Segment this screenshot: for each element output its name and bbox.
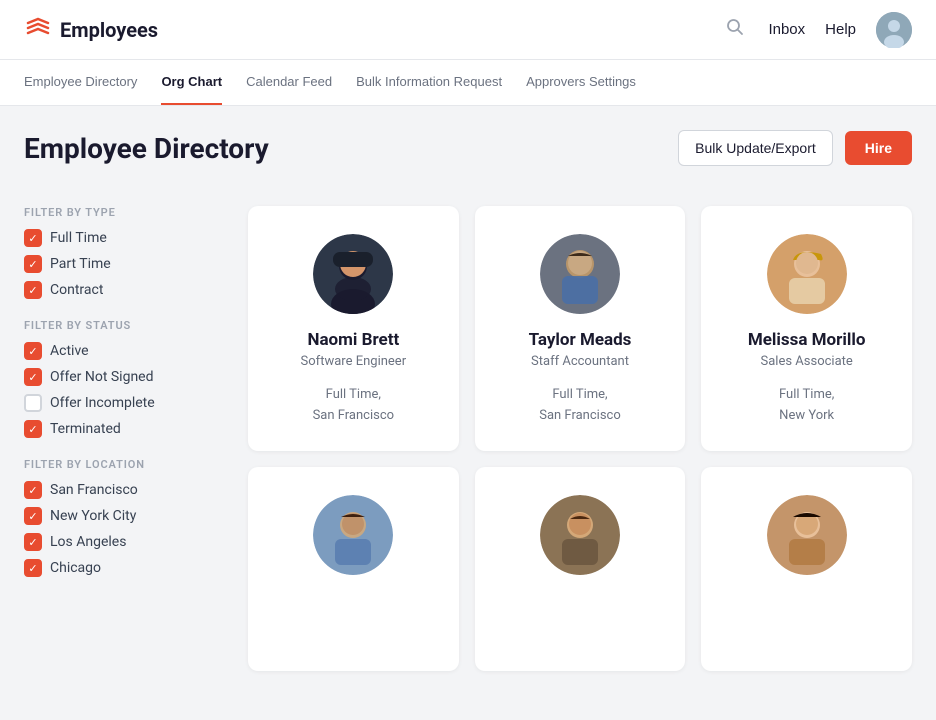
filter-chicago-label: Chicago bbox=[50, 560, 101, 576]
filter-active-label: Active bbox=[50, 343, 89, 359]
avatar-employee-4 bbox=[313, 495, 393, 575]
checkbox-active[interactable]: ✓ bbox=[24, 342, 42, 360]
tab-bulk-information-request[interactable]: Bulk Information Request bbox=[356, 60, 502, 105]
employee-name-taylor-meads: Taylor Meads bbox=[529, 330, 632, 350]
filter-offer-incomplete-label: Offer Incomplete bbox=[50, 395, 155, 411]
filter-los-angeles[interactable]: ✓ Los Angeles bbox=[24, 533, 224, 551]
checkbox-san-francisco[interactable]: ✓ bbox=[24, 481, 42, 499]
bulk-update-export-button[interactable]: Bulk Update/Export bbox=[678, 130, 833, 166]
user-avatar[interactable] bbox=[876, 12, 912, 48]
employee-details-melissa-morillo: Full Time, New York bbox=[779, 385, 834, 427]
tab-calendar-feed[interactable]: Calendar Feed bbox=[246, 60, 332, 105]
inbox-button[interactable]: Inbox bbox=[768, 21, 805, 38]
avatar-image bbox=[876, 12, 912, 48]
checkbox-part-time[interactable]: ✓ bbox=[24, 255, 42, 273]
filter-location-title: FILTER BY LOCATION bbox=[24, 458, 224, 471]
filter-location-section: FILTER BY LOCATION ✓ San Francisco ✓ New… bbox=[24, 458, 224, 577]
employee-card-6[interactable] bbox=[701, 467, 912, 671]
filter-status-section: FILTER BY STATUS ✓ Active ✓ Offer Not Si… bbox=[24, 319, 224, 438]
checkbox-los-angeles[interactable]: ✓ bbox=[24, 533, 42, 551]
employee-role-naomi-brett: Software Engineer bbox=[301, 354, 407, 369]
tab-employee-directory[interactable]: Employee Directory bbox=[24, 60, 137, 105]
filter-part-time-label: Part Time bbox=[50, 256, 111, 272]
avatar-taylor-meads bbox=[540, 234, 620, 314]
avatar-melissa-morillo bbox=[767, 234, 847, 314]
employee-card-melissa-morillo[interactable]: Melissa Morillo Sales Associate Full Tim… bbox=[701, 206, 912, 451]
filter-offer-not-signed-label: Offer Not Signed bbox=[50, 369, 154, 385]
employee-card-naomi-brett[interactable]: Naomi Brett Software Engineer Full Time,… bbox=[248, 206, 459, 451]
filter-full-time[interactable]: ✓ Full Time bbox=[24, 229, 224, 247]
page-header-actions: Bulk Update/Export Hire bbox=[678, 130, 912, 166]
employee-name-melissa-morillo: Melissa Morillo bbox=[748, 330, 866, 350]
filter-chicago[interactable]: ✓ Chicago bbox=[24, 559, 224, 577]
employee-card-5[interactable] bbox=[475, 467, 686, 671]
filter-type-title: FILTER BY TYPE bbox=[24, 206, 224, 219]
employee-role-taylor-meads: Staff Accountant bbox=[531, 354, 629, 369]
page-title: Employee Directory bbox=[24, 132, 269, 165]
employee-role-melissa-morillo: Sales Associate bbox=[761, 354, 853, 369]
tab-org-chart[interactable]: Org Chart bbox=[161, 60, 222, 105]
filter-new-york-city-label: New York City bbox=[50, 508, 136, 524]
sidebar: FILTER BY TYPE ✓ Full Time ✓ Part Time ✓… bbox=[24, 206, 224, 696]
help-button[interactable]: Help bbox=[825, 21, 856, 38]
filter-terminated[interactable]: ✓ Terminated bbox=[24, 420, 224, 438]
filter-offer-not-signed[interactable]: ✓ Offer Not Signed bbox=[24, 368, 224, 386]
filter-contract[interactable]: ✓ Contract bbox=[24, 281, 224, 299]
hire-button[interactable]: Hire bbox=[845, 131, 912, 165]
filter-san-francisco[interactable]: ✓ San Francisco bbox=[24, 481, 224, 499]
nav-tabs: Employee Directory Org Chart Calendar Fe… bbox=[0, 60, 936, 106]
filter-los-angeles-label: Los Angeles bbox=[50, 534, 126, 550]
employee-details-taylor-meads: Full Time, San Francisco bbox=[539, 385, 621, 427]
app-logo[interactable]: Employees bbox=[24, 16, 158, 44]
checkbox-new-york-city[interactable]: ✓ bbox=[24, 507, 42, 525]
employee-details-naomi-brett: Full Time, San Francisco bbox=[313, 385, 395, 427]
filter-part-time[interactable]: ✓ Part Time bbox=[24, 255, 224, 273]
search-button[interactable] bbox=[722, 14, 748, 45]
avatar-employee-6 bbox=[767, 495, 847, 575]
header-actions: Inbox Help bbox=[722, 12, 912, 48]
employee-card-4[interactable] bbox=[248, 467, 459, 671]
checkbox-full-time[interactable]: ✓ bbox=[24, 229, 42, 247]
filter-full-time-label: Full Time bbox=[50, 230, 107, 246]
checkbox-offer-not-signed[interactable]: ✓ bbox=[24, 368, 42, 386]
employee-cards-grid: Naomi Brett Software Engineer Full Time,… bbox=[248, 206, 912, 696]
filter-contract-label: Contract bbox=[50, 282, 103, 298]
filter-status-title: FILTER BY STATUS bbox=[24, 319, 224, 332]
app-title: Employees bbox=[60, 18, 158, 42]
employee-name-naomi-brett: Naomi Brett bbox=[307, 330, 399, 350]
logo-icon bbox=[24, 16, 52, 44]
main-content: FILTER BY TYPE ✓ Full Time ✓ Part Time ✓… bbox=[0, 182, 936, 720]
filter-terminated-label: Terminated bbox=[50, 421, 121, 437]
page-header: Employee Directory Bulk Update/Export Hi… bbox=[0, 106, 936, 182]
header: Employees Inbox Help bbox=[0, 0, 936, 60]
checkbox-offer-incomplete[interactable] bbox=[24, 394, 42, 412]
filter-new-york-city[interactable]: ✓ New York City bbox=[24, 507, 224, 525]
tab-approvers-settings[interactable]: Approvers Settings bbox=[526, 60, 636, 105]
filter-type-section: FILTER BY TYPE ✓ Full Time ✓ Part Time ✓… bbox=[24, 206, 224, 299]
checkbox-chicago[interactable]: ✓ bbox=[24, 559, 42, 577]
search-icon bbox=[726, 18, 744, 36]
checkbox-terminated[interactable]: ✓ bbox=[24, 420, 42, 438]
filter-offer-incomplete[interactable]: Offer Incomplete bbox=[24, 394, 224, 412]
avatar-naomi-brett bbox=[313, 234, 393, 314]
checkbox-contract[interactable]: ✓ bbox=[24, 281, 42, 299]
filter-san-francisco-label: San Francisco bbox=[50, 482, 138, 498]
avatar-employee-5 bbox=[540, 495, 620, 575]
filter-active[interactable]: ✓ Active bbox=[24, 342, 224, 360]
employee-card-taylor-meads[interactable]: Taylor Meads Staff Accountant Full Time,… bbox=[475, 206, 686, 451]
